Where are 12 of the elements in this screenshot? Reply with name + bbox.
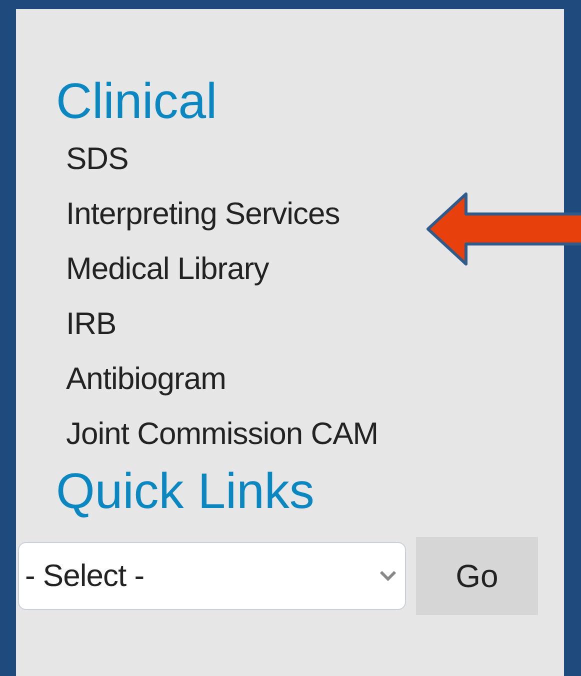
arrow-icon — [426, 192, 581, 266]
sidebar-link[interactable]: Joint Commission CAM — [66, 406, 378, 461]
select-dropdown[interactable]: - Select - — [18, 542, 406, 610]
sidebar-link[interactable]: Antibiogram — [66, 351, 226, 406]
sidebar-link[interactable]: Medical Library — [66, 241, 269, 296]
section-heading: Quick Links — [55, 462, 314, 521]
sidebar-link[interactable]: Interpreting Services — [66, 186, 340, 241]
sidebar-link[interactable]: IRB — [66, 296, 116, 351]
chevron-down-icon — [379, 570, 397, 582]
section-heading: Clinical — [55, 72, 218, 131]
go-button[interactable]: Go — [416, 537, 538, 615]
sidebar-link[interactable]: SDS — [66, 131, 128, 186]
